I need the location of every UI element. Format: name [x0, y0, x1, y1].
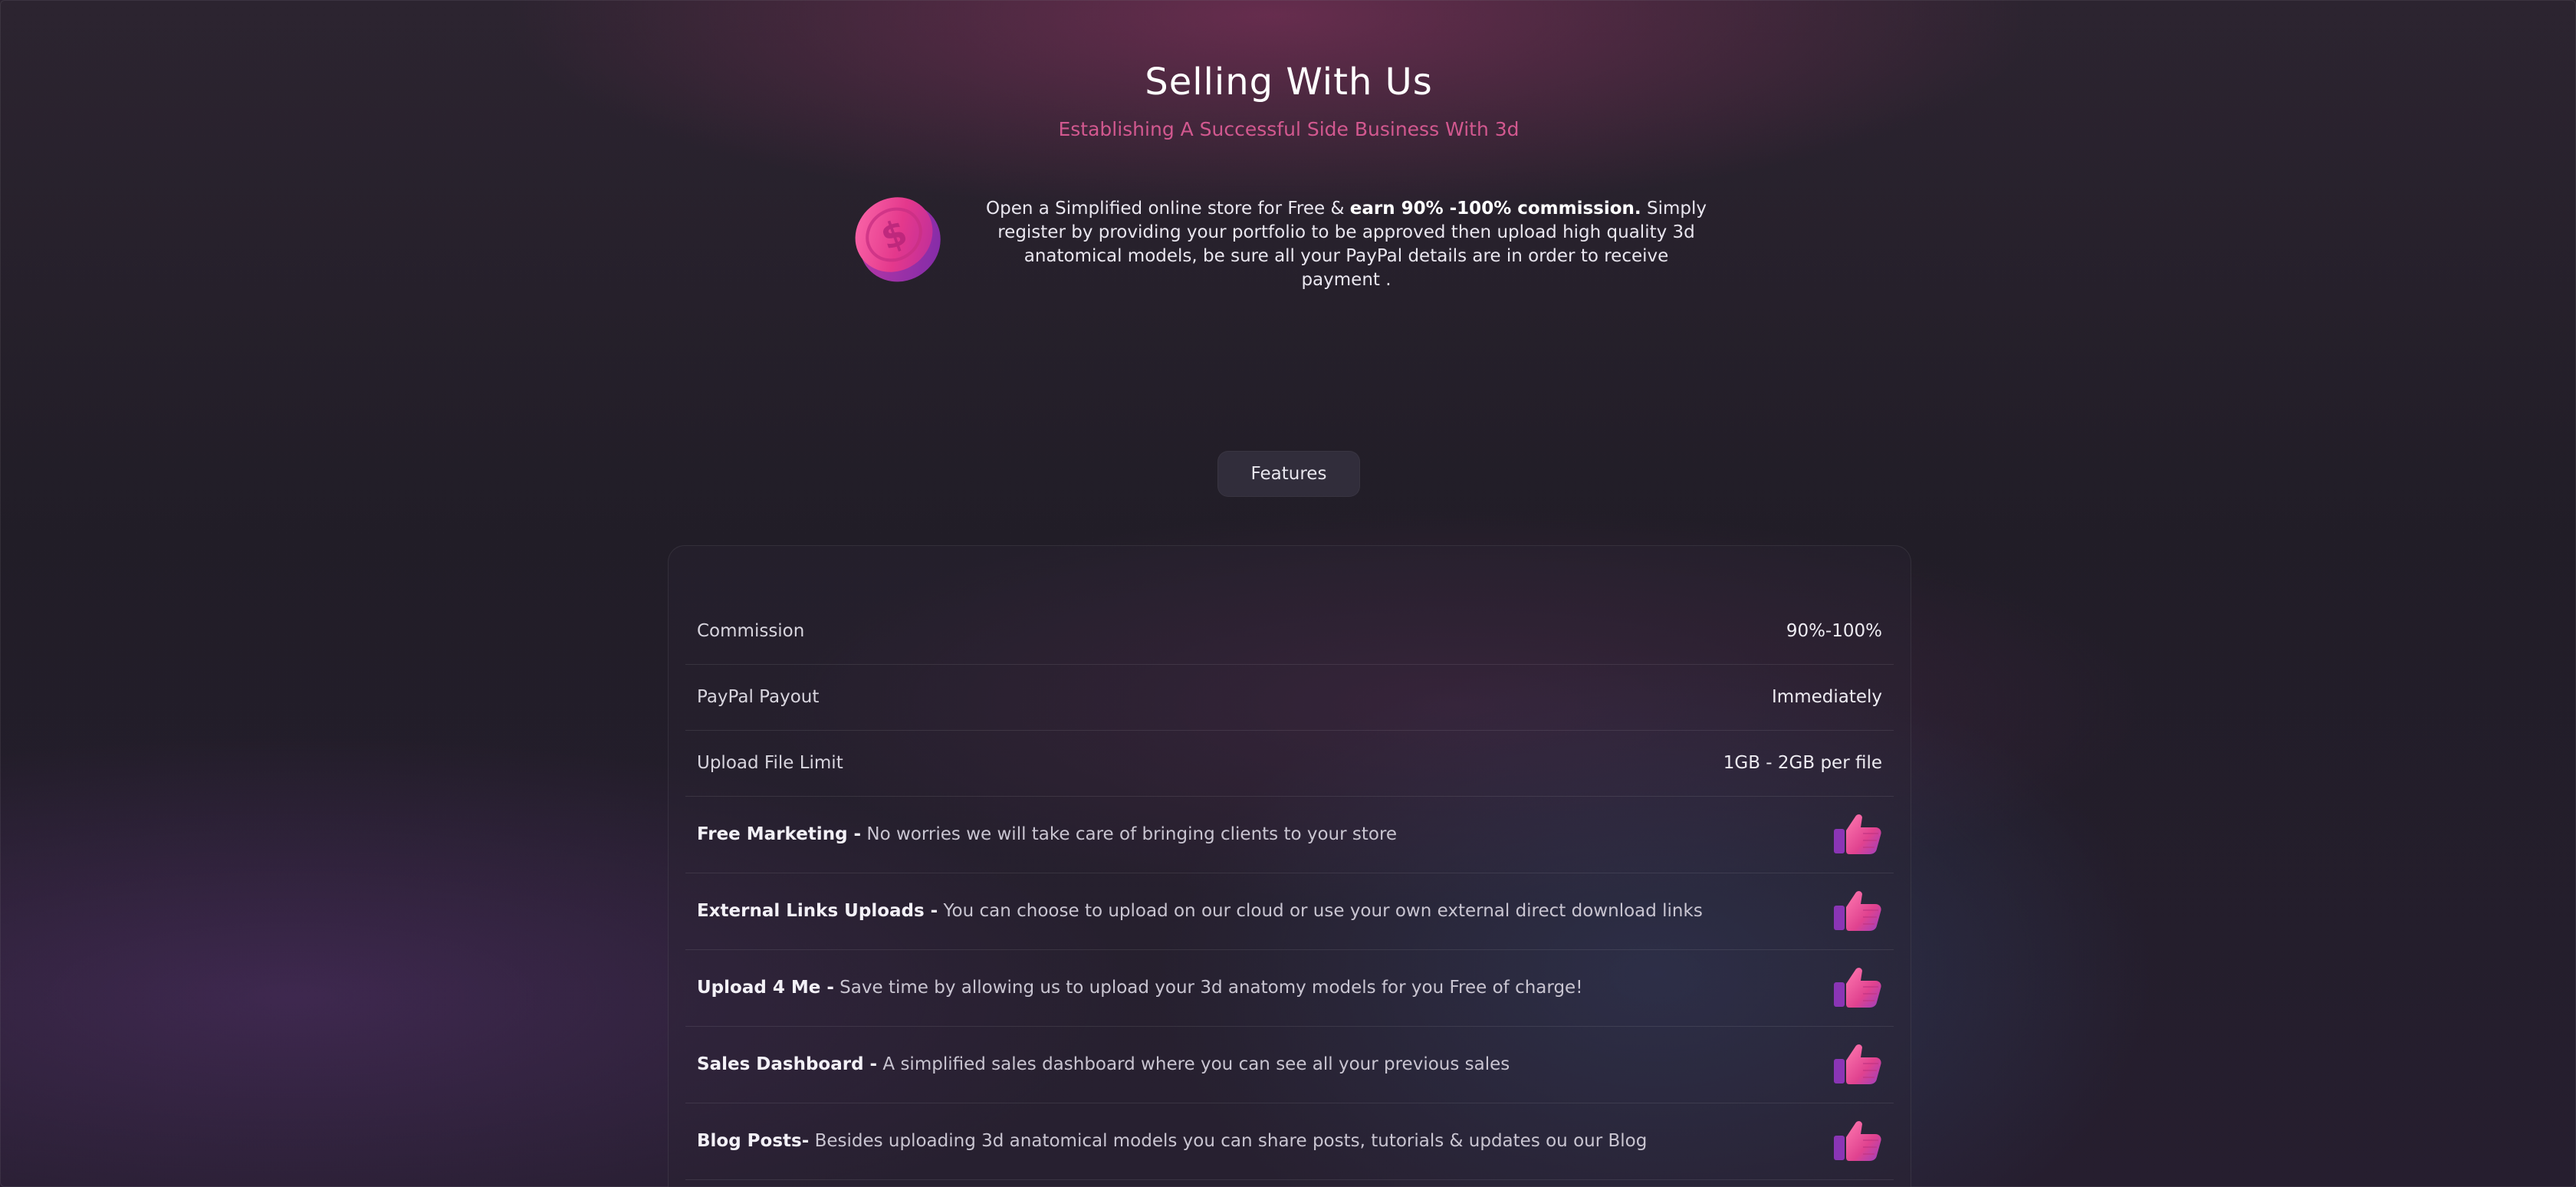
features-button[interactable]: Features	[1217, 451, 1360, 497]
feature-item-text: Free Marketing - No worries we will take…	[685, 824, 1397, 844]
feature-item-description: Save time by allowing us to upload your …	[833, 978, 1583, 998]
intro-text-before: Open a Simplified online store for Free …	[986, 199, 1350, 219]
feature-item-text: Blog Posts- Besides uploading 3d anatomi…	[685, 1131, 1647, 1151]
thumbs-up-icon	[1833, 1044, 1882, 1085]
feature-item-text: External Links Uploads - You can choose …	[685, 901, 1703, 921]
thumbs-up-icon	[1833, 814, 1882, 855]
feature-item-text: Sales Dashboard - A simplified sales das…	[685, 1054, 1510, 1074]
dollar-coin-icon: $	[855, 197, 941, 282]
feature-item-free-marketing: Free Marketing - No worries we will take…	[685, 796, 1894, 873]
feature-row-label: Upload File Limit	[697, 753, 843, 773]
feature-item-name: Sales Dashboard -	[697, 1054, 878, 1074]
feature-row-label: Commission	[697, 621, 805, 641]
feature-item-name: Blog Posts-	[697, 1131, 810, 1151]
feature-item-external-links-uploads: External Links Uploads - You can choose …	[685, 873, 1894, 950]
intro-section: $ Open a Simplified online store for Fre…	[844, 183, 1710, 291]
feature-item-blog-posts: Blog Posts- Besides uploading 3d anatomi…	[685, 1103, 1894, 1180]
feature-row-commission: Commission 90%-100%	[685, 598, 1894, 665]
feature-row-value: 1GB - 2GB per file	[1723, 753, 1882, 773]
page-title: Selling With Us	[1145, 61, 1433, 104]
feature-row-label: PayPal Payout	[697, 687, 820, 707]
feature-row-value: 90%-100%	[1786, 621, 1882, 641]
intro-commission-highlight: earn 90% -100% commission.	[1349, 199, 1641, 219]
feature-item-name: Upload 4 Me -	[697, 978, 834, 998]
feature-item-upload-4-me: Upload 4 Me - Save time by allowing us t…	[685, 949, 1894, 1027]
intro-description: Open a Simplified online store for Free …	[982, 197, 1710, 292]
feature-row-paypal-payout: PayPal Payout Immediately	[685, 664, 1894, 731]
page-subtitle: Establishing A Successful Side Business …	[1058, 118, 1520, 140]
feature-item-description: No worries we will take care of bringing…	[861, 824, 1398, 844]
feature-item-description: Besides uploading 3d anatomical models y…	[809, 1131, 1648, 1151]
feature-row-upload-file-limit: Upload File Limit 1GB - 2GB per file	[685, 730, 1894, 797]
page: Selling With Us Establishing A Successfu…	[0, 0, 2576, 1187]
thumbs-up-icon	[1833, 890, 1882, 932]
thumbs-up-icon	[1833, 1120, 1882, 1162]
feature-item-name: Free Marketing -	[697, 824, 862, 844]
feature-item-text: Upload 4 Me - Save time by allowing us t…	[685, 978, 1582, 998]
feature-item-name: External Links Uploads -	[697, 901, 938, 921]
feature-item-description: You can choose to upload on our cloud or…	[938, 901, 1703, 921]
feature-item-sales-dashboard: Sales Dashboard - A simplified sales das…	[685, 1026, 1894, 1103]
feature-item-description: A simplified sales dashboard where you c…	[877, 1054, 1510, 1074]
feature-row-value: Immediately	[1772, 687, 1882, 707]
features-card: Commission 90%-100% PayPal Payout Immedi…	[668, 545, 1911, 1187]
thumbs-up-icon	[1833, 967, 1882, 1008]
